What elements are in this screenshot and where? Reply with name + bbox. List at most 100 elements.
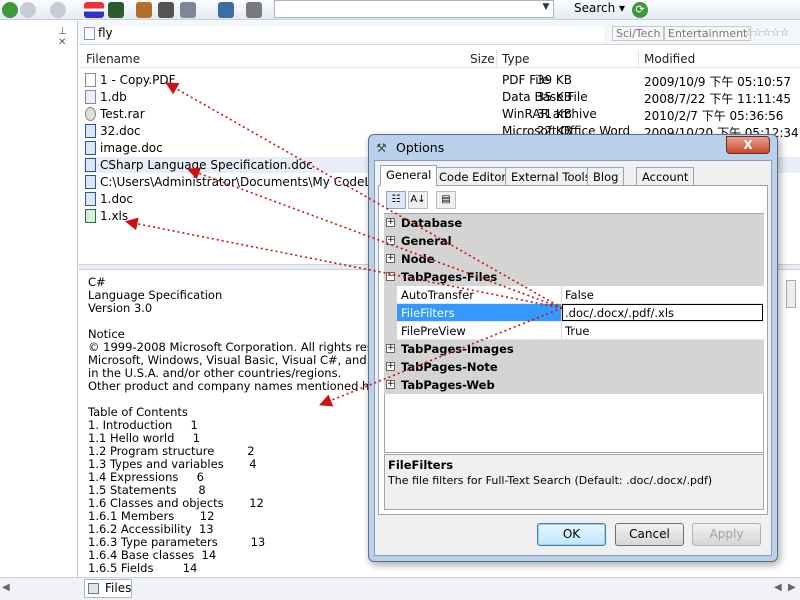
description-text: The file filters for Full-Text Search (D…: [388, 474, 713, 487]
category-label: TabPages-Note: [401, 360, 498, 374]
expand-icon[interactable]: +: [386, 254, 395, 263]
hierarchy-icon[interactable]: [136, 2, 152, 18]
tab-account[interactable]: Account: [636, 167, 695, 185]
filter-value: fly: [98, 26, 113, 40]
dialog-title: Options: [396, 140, 445, 155]
column-filename[interactable]: Filename: [86, 52, 140, 66]
close-button[interactable]: X: [726, 136, 770, 154]
file-name: 1.db: [100, 90, 127, 104]
file-name: 1.xls: [100, 209, 129, 223]
forward-icon[interactable]: [50, 2, 66, 18]
file-name: image.doc: [100, 141, 163, 155]
property-pages-icon[interactable]: ▤: [436, 191, 456, 209]
history-icon[interactable]: [20, 2, 36, 18]
table-row[interactable]: 1.db 35 KB Data Base File 2008/7/22 下午 11:1…: [84, 89, 800, 106]
category-general[interactable]: + General: [384, 232, 764, 250]
property-name: FileFilters: [401, 306, 455, 320]
category-node[interactable]: + Node: [384, 250, 764, 268]
property-autotransfer[interactable]: AutoTransfer False: [384, 286, 764, 304]
search-input[interactable]: [274, 0, 554, 18]
grid-gutter: [384, 286, 397, 304]
property-name: AutoTransfer: [401, 288, 474, 302]
column-divider[interactable]: [561, 322, 562, 340]
property-value[interactable]: True: [565, 324, 589, 338]
expand-icon[interactable]: +: [386, 236, 395, 245]
column-modified[interactable]: Modified: [644, 52, 695, 66]
tag-scitech[interactable]: Sci/Tech: [612, 26, 665, 41]
back-icon[interactable]: [2, 2, 18, 18]
file-type: PDF File: [502, 73, 550, 87]
tab-general[interactable]: General: [380, 165, 438, 186]
pdf-file-icon: [85, 73, 96, 87]
search-button[interactable]: Search ▾: [566, 0, 628, 18]
fit-icon[interactable]: [218, 2, 234, 18]
apply-button[interactable]: Apply: [692, 523, 761, 546]
document-preview: C# Language Specification Version 3.0 Noti…: [88, 276, 406, 575]
expand-icon[interactable]: +: [386, 380, 395, 389]
tab-code-editor[interactable]: Code Editor: [433, 167, 513, 185]
scroll-left-icon[interactable]: ◀: [2, 582, 10, 593]
scroll-right-icon[interactable]: ▶: [788, 582, 796, 593]
sort-alpha-icon[interactable]: A↓: [408, 191, 428, 209]
rating-stars[interactable]: ☆☆☆☆☆: [744, 26, 789, 39]
column-divider[interactable]: [638, 50, 639, 68]
tab-blog[interactable]: Blog: [587, 167, 625, 185]
file-name: 1 - Copy.PDF: [100, 73, 176, 87]
column-type[interactable]: Type: [502, 52, 530, 66]
category-database[interactable]: + Database: [384, 214, 764, 232]
table-row[interactable]: 1 - Copy.PDF 39 KB PDF File 2009/10/9 下午 05…: [84, 72, 800, 89]
cancel-button[interactable]: Cancel: [615, 523, 684, 546]
property-name: FilePreView: [401, 324, 466, 338]
refresh-icon[interactable]: ⟳: [632, 2, 648, 18]
file-modified: 2010/2/7 下午 05:36:56: [644, 109, 784, 123]
expand-icon[interactable]: +: [386, 218, 395, 227]
category-label: TabPages-Files: [401, 270, 498, 284]
grid-gutter: [384, 322, 397, 340]
ok-button[interactable]: OK: [537, 523, 606, 546]
collapse-icon[interactable]: −: [386, 272, 395, 281]
tab-files-label: Files: [105, 581, 132, 595]
column-divider[interactable]: [561, 286, 562, 304]
property-value[interactable]: False: [565, 288, 594, 302]
expand-icon[interactable]: +: [386, 344, 395, 353]
preview-line: Other product and company names mentione…: [88, 379, 399, 393]
category-label: TabPages-Images: [401, 342, 514, 356]
category-tabpages-web[interactable]: + TabPages-Web: [384, 376, 764, 394]
file-name: CSharp Language Specification.doc: [100, 158, 313, 172]
grid-gutter: [384, 304, 397, 322]
column-divider[interactable]: [496, 50, 497, 68]
chevron-down-icon[interactable]: ▼: [540, 2, 552, 16]
categorized-icon[interactable]: ☷: [386, 191, 406, 209]
scrollbar-thumb[interactable]: [786, 280, 796, 308]
table-row[interactable]: Test.rar 31 KB WinRAR archive 2010/2/7 下午 0…: [84, 106, 800, 123]
word-file-icon: [85, 124, 96, 138]
category-tabpages-files[interactable]: − TabPages-Files: [384, 268, 764, 286]
file-type: Data Base File: [502, 90, 588, 104]
file-type: WinRAR archive: [502, 107, 597, 121]
search-label: Search: [574, 1, 616, 15]
flag-icon[interactable]: [84, 2, 104, 18]
category-tabpages-note[interactable]: + TabPages-Note: [384, 358, 764, 376]
word-file-icon: [85, 175, 96, 189]
column-size[interactable]: Size: [470, 52, 495, 66]
print-icon[interactable]: [180, 2, 196, 18]
archive-file-icon: [85, 107, 96, 121]
tools-icon: ⚒: [376, 141, 387, 155]
scroll-left-icon[interactable]: ◀: [774, 582, 782, 593]
left-pane: [0, 21, 78, 600]
property-filepreview[interactable]: FilePreView True: [384, 322, 764, 340]
filter-input[interactable]: [84, 26, 604, 42]
file-name: C:\Users\Administrator\Documents\My Code…: [100, 175, 413, 189]
category-tabpages-images[interactable]: + TabPages-Images: [384, 340, 764, 358]
pin-icon[interactable]: ⊥ ✕: [58, 26, 78, 48]
excel-file-icon: [85, 209, 96, 223]
text-format-icon[interactable]: [158, 2, 174, 18]
expand-icon[interactable]: +: [386, 362, 395, 371]
preview-line: [88, 315, 378, 328]
tag-entertainment[interactable]: Entertainment: [664, 26, 752, 41]
tools-icon[interactable]: [246, 2, 262, 18]
filefilters-input[interactable]: .doc/.docx/.pdf/.xls: [562, 304, 763, 321]
tree-icon[interactable]: [108, 2, 124, 18]
category-label: TabPages-Web: [401, 378, 495, 392]
tab-external-tools[interactable]: External Tools: [505, 167, 597, 185]
